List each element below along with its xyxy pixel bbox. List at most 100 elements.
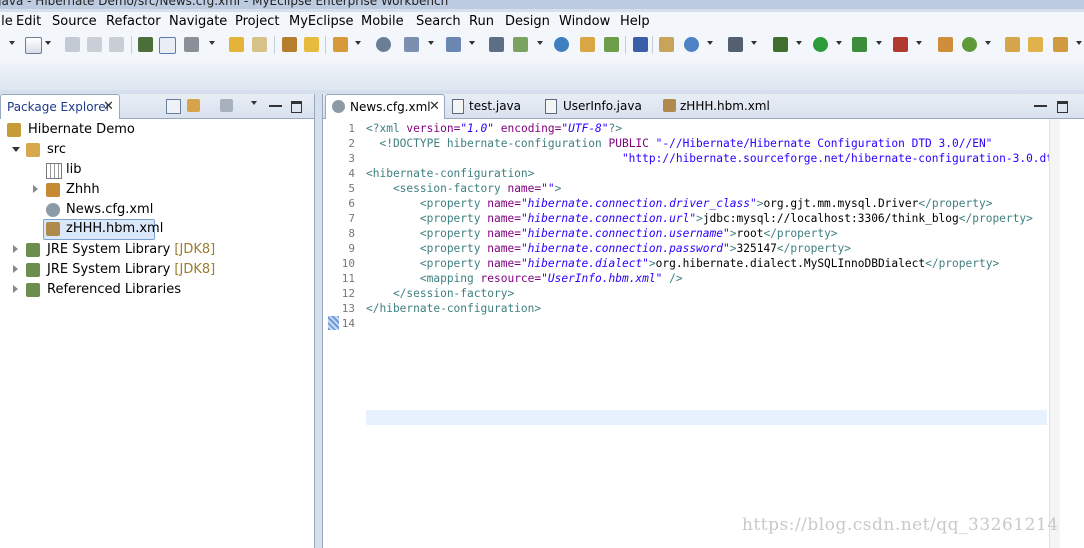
- menu-project[interactable]: Project: [235, 14, 279, 29]
- folder-icon[interactable]: [1028, 37, 1043, 52]
- maximize-icon[interactable]: [1057, 101, 1068, 113]
- tree-item-project[interactable]: Hibernate Demo: [0, 120, 314, 140]
- collapsed-triangle-icon[interactable]: [33, 185, 38, 193]
- window-title-bar: Java - Hibernate Demo/src/News.cfg.xml -…: [0, 0, 1084, 9]
- expanded-triangle-icon[interactable]: [12, 147, 20, 152]
- package-explorer-tab[interactable]: Package Explorer ✕: [0, 94, 120, 119]
- run-icon[interactable]: [813, 37, 828, 52]
- watermark: https://blog.csdn.net/qq_33261214: [742, 515, 1059, 535]
- tree-item-zhhh-hbm[interactable]: zHHH.hbm.xml: [43, 219, 163, 240]
- tab-zhhh-hbm-xml[interactable]: zHHH.hbm.xml: [660, 94, 780, 118]
- code-text[interactable]: <?xml version="1.0" encoding="UTF-8"?> <…: [366, 119, 1049, 548]
- dropdown-arrow-icon[interactable]: [796, 41, 802, 45]
- run-external-icon[interactable]: [852, 37, 867, 52]
- dropdown-arrow-icon[interactable]: [355, 41, 361, 45]
- dropdown-arrow-icon[interactable]: [916, 41, 922, 45]
- menu-navigate[interactable]: Navigate: [169, 14, 227, 29]
- view-menu-icon[interactable]: [251, 101, 257, 105]
- save-icon[interactable]: [65, 37, 80, 52]
- library-icon: [26, 283, 40, 297]
- print-icon[interactable]: [109, 37, 124, 52]
- menu-file[interactable]: File: [0, 14, 13, 29]
- menu-design[interactable]: Design: [505, 14, 550, 29]
- dropdown-arrow-icon[interactable]: [876, 41, 882, 45]
- dropdown-arrow-icon[interactable]: [751, 41, 757, 45]
- menu-window[interactable]: Window: [559, 14, 610, 29]
- lightning-icon[interactable]: [229, 37, 244, 52]
- tab-userinfo-java[interactable]: UserInfo.java: [542, 94, 652, 118]
- menu-source[interactable]: Source: [52, 14, 97, 29]
- close-icon[interactable]: ✕: [429, 99, 440, 114]
- refresh-icon[interactable]: [962, 37, 977, 52]
- pen-icon[interactable]: [1053, 37, 1068, 52]
- line-number-gutter: 1 2 3 4 5 6 7 8 9 10 11 12 13 14: [323, 119, 363, 548]
- deploy-icon[interactable]: [282, 37, 297, 52]
- menu-search[interactable]: Search: [416, 14, 461, 29]
- save-all-icon[interactable]: [87, 37, 102, 52]
- package-folder-icon[interactable]: [1005, 37, 1020, 52]
- pin-icon[interactable]: [633, 37, 648, 52]
- wizard-icon[interactable]: [333, 37, 348, 52]
- toggle-view-icon[interactable]: [159, 37, 176, 54]
- generate-icon[interactable]: [404, 37, 419, 52]
- dropdown-arrow-icon[interactable]: [707, 41, 713, 45]
- task-icon[interactable]: [659, 37, 674, 52]
- collapsed-triangle-icon[interactable]: [13, 285, 18, 293]
- collapsed-triangle-icon[interactable]: [13, 265, 18, 273]
- web-icon[interactable]: [684, 37, 699, 52]
- new-icon[interactable]: [25, 37, 42, 54]
- device-icon[interactable]: [138, 37, 153, 52]
- menu-refactor[interactable]: Refactor: [106, 14, 161, 29]
- library-icon: [26, 243, 40, 257]
- menu-help[interactable]: Help: [620, 14, 650, 29]
- maximize-icon[interactable]: [291, 101, 302, 113]
- vertical-scrollbar[interactable]: [1049, 119, 1060, 548]
- link-with-editor-icon[interactable]: [187, 99, 200, 112]
- menu-run[interactable]: Run: [469, 14, 494, 29]
- collapse-all-icon[interactable]: [166, 99, 181, 114]
- minimize-icon[interactable]: [1034, 105, 1047, 107]
- component-icon[interactable]: [938, 37, 953, 52]
- tab-test-java[interactable]: test.java: [449, 94, 529, 118]
- menu-bar: File Edit Source Refactor Navigate Proje…: [0, 12, 1084, 32]
- tree-item-zhhh[interactable]: Zhhh: [0, 180, 314, 200]
- tree-item-src[interactable]: src: [0, 140, 314, 160]
- window-title: Java - Hibernate Demo/src/News.cfg.xml -…: [0, 0, 449, 8]
- debug-icon[interactable]: [773, 37, 788, 52]
- dropdown-arrow-icon[interactable]: [985, 41, 991, 45]
- dropdown-arrow-icon[interactable]: [1076, 41, 1082, 45]
- dropdown-arrow-icon[interactable]: [9, 41, 15, 45]
- arrow-icon[interactable]: [252, 37, 267, 52]
- camera-icon[interactable]: [728, 37, 743, 52]
- stop-icon[interactable]: [893, 37, 908, 52]
- globe-icon[interactable]: [376, 37, 391, 52]
- tree-item-lib[interactable]: lib: [0, 160, 314, 180]
- new-folder-icon[interactable]: [604, 37, 619, 52]
- menu-edit[interactable]: Edit: [16, 14, 41, 29]
- filter-icon[interactable]: [220, 99, 233, 112]
- open-type-icon[interactable]: [513, 37, 528, 52]
- minimize-icon[interactable]: [269, 105, 282, 107]
- tree-item-jre-library[interactable]: JRE System Library [JDK8]: [0, 260, 314, 280]
- tree-item-jre-library[interactable]: JRE System Library [JDK8]: [0, 240, 314, 260]
- hierarchy-icon[interactable]: [489, 37, 504, 52]
- main-toolbar: [0, 32, 1084, 58]
- open-folder-icon[interactable]: [580, 37, 595, 52]
- collapsed-triangle-icon[interactable]: [13, 245, 18, 253]
- dropdown-arrow-icon[interactable]: [209, 41, 215, 45]
- menu-mobile[interactable]: Mobile: [361, 14, 404, 29]
- dropdown-arrow-icon[interactable]: [537, 41, 543, 45]
- dropdown-arrow-icon[interactable]: [836, 41, 842, 45]
- dropdown-arrow-icon[interactable]: [469, 41, 475, 45]
- dropdown-arrow-icon[interactable]: [45, 41, 51, 45]
- close-icon[interactable]: ✕: [103, 99, 114, 114]
- tree-item-referenced-libraries[interactable]: Referenced Libraries: [0, 280, 314, 300]
- hammer-icon[interactable]: [184, 37, 199, 52]
- browser-icon[interactable]: [554, 37, 569, 52]
- server-icon[interactable]: [304, 37, 319, 52]
- dropdown-arrow-icon[interactable]: [428, 41, 434, 45]
- tab-news-cfg-xml[interactable]: News.cfg.xml ✕: [325, 94, 445, 119]
- tree-item-news-cfg[interactable]: News.cfg.xml: [0, 200, 314, 220]
- menu-myeclipse[interactable]: MyEclipse: [289, 14, 354, 29]
- search-icon[interactable]: [446, 37, 461, 52]
